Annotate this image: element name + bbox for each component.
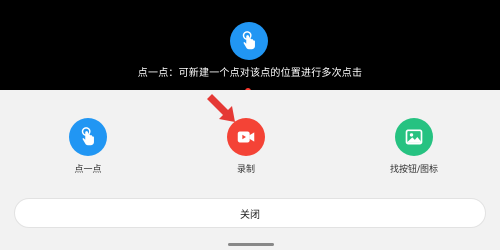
option-find-button[interactable]: 找按钮/图标: [364, 118, 464, 175]
home-indicator[interactable]: [228, 243, 274, 246]
arrow-pointer-icon: [207, 94, 235, 122]
option-tap[interactable]: 点一点: [38, 118, 138, 175]
close-button[interactable]: 关闭: [14, 198, 486, 228]
option-tap-label: 点一点: [74, 165, 102, 175]
instruction-text: 点一点：可新建一个点对该点的位置进行多次点击: [137, 68, 363, 79]
image-search-icon: [395, 118, 433, 156]
tap-info-overlay: 点一点：可新建一个点对该点的位置进行多次点击: [0, 0, 500, 90]
hand-tap-icon: [230, 22, 268, 60]
hand-tap-icon: [69, 118, 107, 156]
screen: 点一点：可新建一个点对该点的位置进行多次点击 点一点 录制 找按钮/图标 关闭: [0, 0, 500, 250]
option-find-button-label: 找按钮/图标: [389, 165, 439, 175]
option-record-label: 录制: [236, 165, 255, 175]
